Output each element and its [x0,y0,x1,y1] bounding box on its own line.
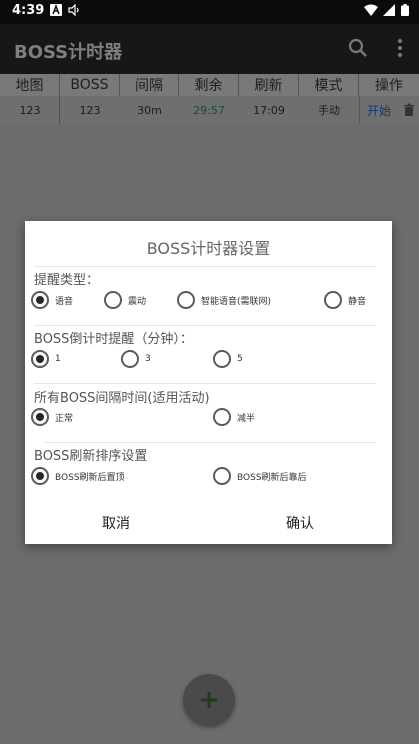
radio-countdown-3[interactable]: 3 [121,350,151,368]
radio-label: 5 [237,354,243,364]
radio-interval-normal[interactable]: 正常 [31,408,73,426]
signal-icon [383,4,395,16]
radio-label: BOSS刷新后靠后 [237,472,307,483]
column-header-action: 操作 [375,78,403,94]
column-header-boss: BOSS [60,74,120,96]
radio-countdown-5[interactable]: 5 [213,350,243,368]
section-interval-title: 所有BOSS间隔时间(适用活动) [34,391,210,406]
radio-circle [31,291,49,309]
column-header-map: 地图 [0,74,60,96]
add-boss-button[interactable]: + [183,674,235,726]
notification-a-icon [50,4,62,16]
table-divider [59,96,60,124]
section-countdown-title: BOSS倒计时提醒（分钟）： [34,332,193,347]
radio-reminder-silent[interactable]: 静音 [324,291,366,309]
radio-label: 正常 [55,413,74,424]
section-divider [44,442,376,443]
cell-remaining: 29:57 [193,103,225,117]
radio-label: 语音 [55,296,74,307]
column-header-mode: 模式 [299,74,359,96]
radio-circle [31,408,49,426]
trash-icon[interactable] [403,103,415,117]
radio-circle [213,350,231,368]
column-header-refresh: 刷新 [239,74,299,96]
radio-reminder-voice[interactable]: 语音 [31,291,73,309]
dialog-divider [34,266,376,267]
cell-boss: 123 [79,103,101,117]
column-header-remaining: 剩余 [179,74,239,96]
radio-sort-top[interactable]: BOSS刷新后置顶 [31,467,125,485]
table-row[interactable]: 123 123 30m 29:57 17:09 手动 开始 [0,96,419,124]
cell-map: 123 [19,103,41,117]
start-button-label: 开始 [367,103,392,118]
section-divider [34,383,376,384]
status-bar: 4:39 [0,0,419,24]
section-sort-title: BOSS刷新排序设置 [34,449,148,464]
confirm-button[interactable]: 确认 [286,513,314,533]
app-title: BOSS计时器 [14,42,123,63]
cell-interval: 30m [137,103,162,117]
radio-circle [213,408,231,426]
radio-label: BOSS刷新后置顶 [55,472,125,483]
radio-label: 3 [145,354,151,364]
status-time: 4:39 [12,3,45,18]
search-icon[interactable] [346,36,370,60]
radio-circle [31,467,49,485]
radio-label: 1 [55,354,61,364]
cell-refresh: 17:09 [253,103,285,117]
settings-dialog: BOSS计时器设置 提醒类型： 语音 震动 智能语音(需联网) 静音 BOSS倒… [25,221,392,544]
radio-label: 震动 [128,296,147,307]
battery-icon [401,4,409,16]
radio-label: 减半 [237,413,256,424]
radio-label: 智能语音(需联网) [201,296,272,307]
section-reminder-type-title: 提醒类型： [34,273,100,288]
radio-reminder-smart-voice[interactable]: 智能语音(需联网) [177,291,271,309]
cell-mode: 手动 [318,104,340,117]
cancel-button[interactable]: 取消 [102,513,130,533]
radio-circle [104,291,122,309]
radio-interval-half[interactable]: 减半 [213,408,255,426]
radio-label: 静音 [348,296,367,307]
radio-sort-bottom[interactable]: BOSS刷新后靠后 [213,467,307,485]
radio-circle [121,350,139,368]
volume-icon [68,4,79,16]
radio-circle [31,350,49,368]
radio-countdown-1[interactable]: 1 [31,350,61,368]
radio-circle [213,467,231,485]
column-header-interval: 间隔 [120,74,179,96]
dialog-title: BOSS计时器设置 [146,239,271,258]
radio-circle [177,291,195,309]
app-bar: BOSS计时器 [0,24,419,74]
plus-icon: + [198,685,220,715]
radio-reminder-vibrate[interactable]: 震动 [104,291,146,309]
radio-circle [324,291,342,309]
wifi-icon [364,4,378,16]
more-options-icon[interactable] [388,36,412,60]
table-header: 地图 BOSS 间隔 剩余 刷新 模式 操作 [0,74,419,96]
section-divider [34,325,376,326]
